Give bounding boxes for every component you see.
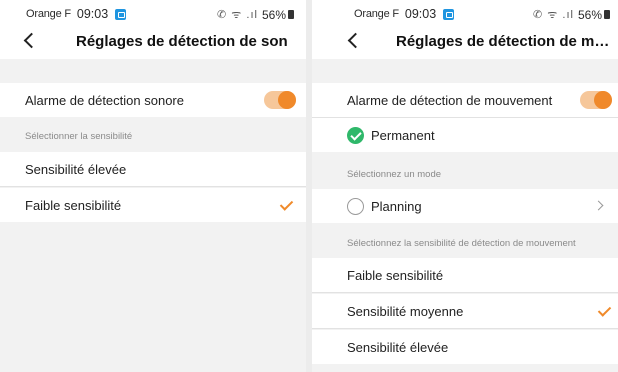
signal-wifi-icon: ✆ ᯤ .ıl — [533, 9, 574, 21]
option-label: Sensibilité moyenne — [347, 303, 464, 319]
option-label: Faible sensibilité — [25, 197, 122, 213]
mode-permanent-row[interactable]: Permanent — [312, 118, 618, 152]
clock: 09:03 — [76, 7, 109, 21]
sensitivity-section-label: Sélectionnez la sensibilité de détection… — [347, 238, 576, 249]
battery-icon — [288, 10, 294, 19]
app-header: Réglages de détection de mouve... — [312, 27, 618, 59]
carrier-label: Orange F — [354, 8, 399, 20]
mode-planning-row[interactable]: Planning — [312, 189, 618, 223]
option-label: Sensibilité élevée — [25, 161, 127, 177]
checkmark-icon — [279, 197, 294, 211]
sensitivity-section-label: Sélectionner la sensibilité — [25, 131, 133, 142]
chevron-right-icon — [593, 200, 604, 211]
clock: 09:03 — [404, 7, 437, 21]
toggle-knob — [278, 91, 296, 109]
option-label: Sensibilité élevée — [347, 339, 449, 355]
mode-planning-label: Planning — [371, 198, 422, 214]
motion-alarm-toggle[interactable] — [580, 91, 612, 109]
app-notification-icon — [115, 8, 127, 20]
sensitivity-option-high[interactable]: Sensibilité élevée — [0, 152, 306, 187]
status-bar: Orange F 09:03 ✆ ᯤ .ıl 56% — [312, 0, 618, 27]
sound-settings-screen: Orange F 09:03 ✆ ᯤ .ıl 56% Réglages de d… — [0, 0, 306, 372]
sensitivity-option-low[interactable]: Faible sensibilité — [312, 258, 618, 293]
checkmark-icon — [597, 303, 612, 317]
sensitivity-option-low[interactable]: Faible sensibilité — [0, 188, 306, 222]
motion-alarm-label: Alarme de détection de mouvement — [347, 92, 553, 108]
sound-alarm-label: Alarme de détection sonore — [25, 92, 184, 108]
battery-level: 56% — [261, 7, 286, 22]
app-header: Réglages de détection de son — [0, 27, 306, 59]
toggle-knob — [594, 91, 612, 109]
signal-wifi-icon: ✆ ᯤ .ıl — [217, 9, 258, 21]
motion-settings-screen: Orange F 09:03 ✆ ᯤ .ıl 56% Réglages de d… — [312, 0, 618, 372]
back-arrow-icon[interactable] — [23, 32, 40, 49]
option-label: Faible sensibilité — [347, 267, 444, 283]
app-notification-icon — [443, 8, 455, 20]
carrier-label: Orange F — [26, 8, 71, 20]
sensitivity-option-medium[interactable]: Sensibilité moyenne — [312, 294, 618, 329]
back-arrow-icon[interactable] — [347, 32, 364, 49]
page-title: Réglages de détection de son — [76, 33, 288, 50]
selected-radio-icon — [347, 126, 364, 144]
sound-alarm-toggle[interactable] — [264, 91, 296, 109]
mode-permanent-label: Permanent — [371, 127, 435, 143]
page-title: Réglages de détection de mouve... — [396, 33, 618, 50]
sensitivity-option-high[interactable]: Sensibilité élevée — [312, 330, 618, 364]
sound-alarm-row: Alarme de détection sonore — [0, 83, 306, 117]
status-bar: Orange F 09:03 ✆ ᯤ .ıl 56% — [0, 0, 306, 27]
battery-level: 56% — [577, 7, 602, 22]
battery-icon — [604, 10, 610, 19]
motion-alarm-row: Alarme de détection de mouvement — [312, 83, 618, 118]
unselected-radio-icon — [347, 197, 364, 215]
mode-section-label: Sélectionnez un mode — [347, 169, 442, 180]
